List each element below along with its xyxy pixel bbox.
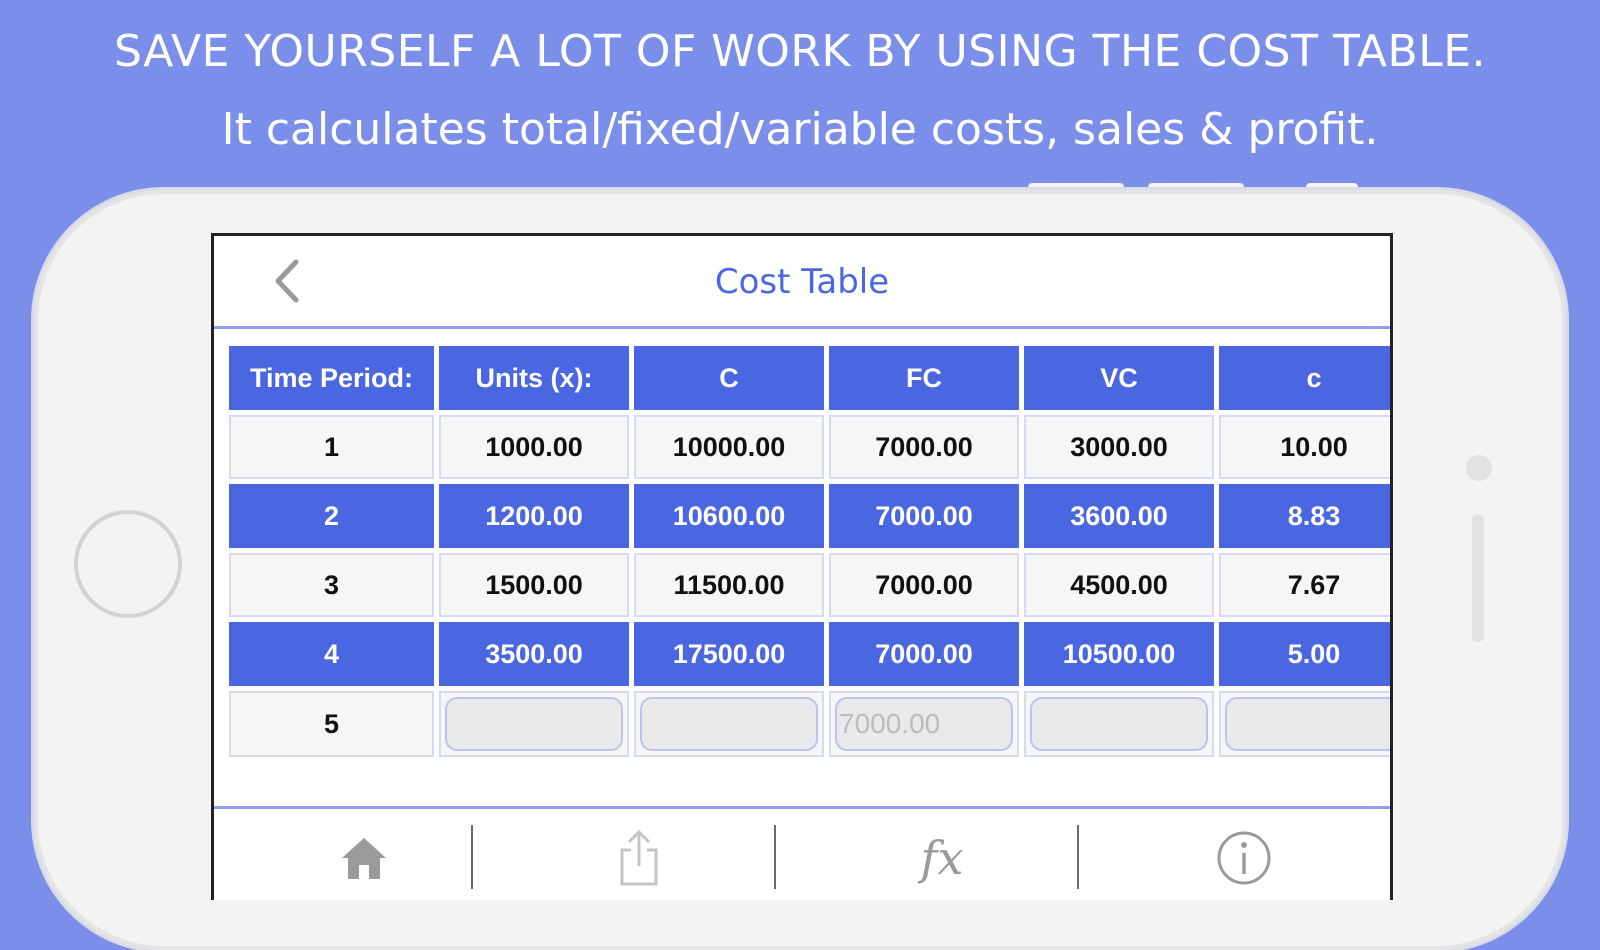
total-cost-input[interactable] [640,697,818,751]
cell-units[interactable]: 1200.00 [439,484,629,548]
cell-fixed-cost [829,691,1019,757]
cell-units[interactable]: 1000.00 [439,415,629,479]
tab-formulas[interactable]: fx [792,809,1092,900]
table-row: 4 3500.00 17500.00 7000.00 10500.00 5.00 [229,622,1390,686]
home-icon [342,837,386,879]
cell-variable-cost[interactable]: 3000.00 [1024,415,1214,479]
cell-variable-cost[interactable]: 4500.00 [1024,553,1214,617]
header-total-cost: C [634,346,824,410]
cell-unit-cost[interactable]: 7.67 [1219,553,1390,617]
cell-variable-cost [1024,691,1214,757]
cell-fixed-cost[interactable]: 7000.00 [829,484,1019,548]
page-title: Cost Table [714,262,890,302]
cell-units[interactable]: 3500.00 [439,622,629,686]
cell-total-cost [634,691,824,757]
cell-period: 1 [229,415,434,479]
cost-table: Time Period: Units (x): C FC VC c 1 1000… [224,341,1390,762]
app-screen: Cost Table Time Period: Units (x): C FC … [211,233,1393,900]
cell-unit-cost [1219,691,1390,757]
fixed-cost-input[interactable] [835,697,1013,751]
cell-period: 4 [229,622,434,686]
header-unit-cost: c [1219,346,1390,410]
tab-divider [471,825,473,889]
cell-fixed-cost[interactable]: 7000.00 [829,622,1019,686]
cell-total-cost[interactable]: 17500.00 [634,622,824,686]
cell-unit-cost[interactable]: 8.83 [1219,484,1390,548]
info-icon [1217,831,1271,884]
tab-bar: fx [214,806,1390,900]
tab-divider [774,825,776,889]
promo-headline: SAVE YOURSELF A LOT OF WORK BY USING THE… [113,26,1487,77]
cell-fixed-cost[interactable]: 7000.00 [829,553,1019,617]
phone-camera [1466,455,1492,481]
variable-cost-input[interactable] [1030,697,1208,751]
tab-divider [1077,825,1079,889]
cell-period: 3 [229,553,434,617]
table-row: 1 1000.00 10000.00 7000.00 3000.00 10.00 [229,415,1390,479]
unit-cost-input[interactable] [1225,697,1390,751]
nav-bar: Cost Table [214,236,1390,329]
phone-home-button [74,510,182,618]
promo-subline: It calculates total/fixed/variable costs… [221,104,1379,155]
tab-share[interactable] [489,809,789,900]
tab-home[interactable] [214,809,514,900]
cell-total-cost[interactable]: 11500.00 [634,553,824,617]
cell-unit-cost[interactable]: 5.00 [1219,622,1390,686]
table-input-row: 5 [229,691,1390,757]
table-row: 3 1500.00 11500.00 7000.00 4500.00 7.67 [229,553,1390,617]
cell-variable-cost[interactable]: 3600.00 [1024,484,1214,548]
share-icon [620,829,658,885]
units-input[interactable] [445,697,623,751]
cell-units[interactable]: 1500.00 [439,553,629,617]
table-row: 2 1200.00 10600.00 7000.00 3600.00 8.83 [229,484,1390,548]
header-time-period: Time Period: [229,346,434,410]
cell-units [439,691,629,757]
cell-total-cost[interactable]: 10000.00 [634,415,824,479]
table-header-row: Time Period: Units (x): C FC VC c [229,346,1390,410]
phone-speaker [1472,514,1484,642]
tab-info[interactable] [1094,809,1390,900]
header-fixed-cost: FC [829,346,1019,410]
cell-period: 5 [229,691,434,757]
cost-table-container[interactable]: Time Period: Units (x): C FC VC c 1 1000… [224,341,1390,791]
header-units: Units (x): [439,346,629,410]
fx-label: fx [920,830,964,885]
cell-period: 2 [229,484,434,548]
cell-unit-cost[interactable]: 10.00 [1219,415,1390,479]
cell-total-cost[interactable]: 10600.00 [634,484,824,548]
cell-fixed-cost[interactable]: 7000.00 [829,415,1019,479]
header-variable-cost: VC [1024,346,1214,410]
cell-variable-cost[interactable]: 10500.00 [1024,622,1214,686]
